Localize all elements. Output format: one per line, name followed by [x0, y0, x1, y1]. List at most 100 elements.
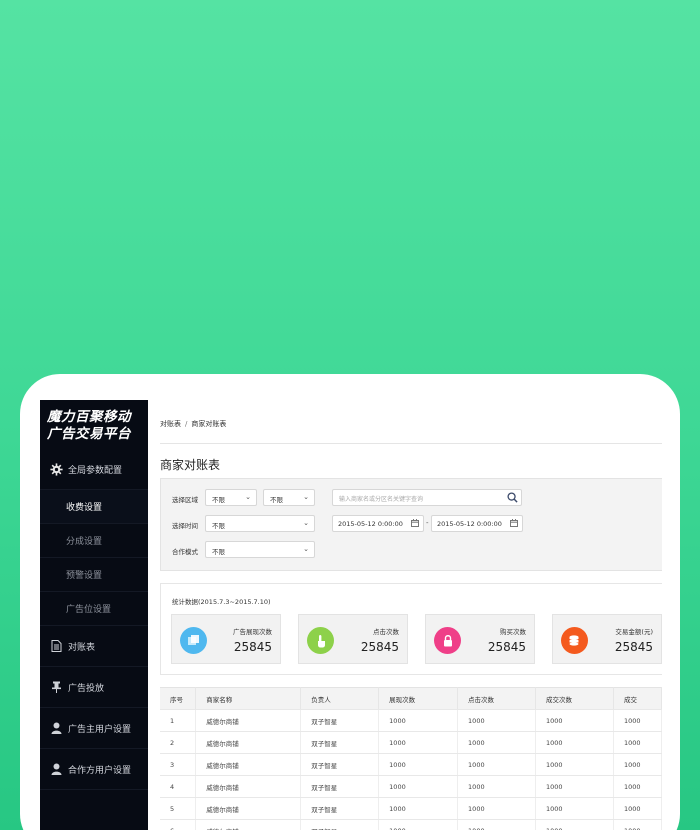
column-header: 展现次数 — [378, 687, 459, 710]
table-cell: 1000 — [535, 731, 614, 754]
region-select-2[interactable]: 不限 ⌄ — [263, 489, 315, 506]
sidebar-item-statement[interactable]: 对账表 — [40, 626, 148, 667]
table-cell: 威德尔商铺 — [195, 753, 302, 776]
select-value: 不限 — [212, 522, 225, 530]
column-header: 负责人 — [300, 687, 380, 710]
table-cell: 1000 — [535, 797, 614, 820]
table-cell: 1000 — [535, 709, 614, 732]
stat-card-clicks: 点击次数 25845 — [298, 614, 408, 664]
table-cell: 5 — [160, 797, 197, 820]
column-header: 成交 — [613, 687, 662, 710]
calendar-icon[interactable] — [411, 519, 419, 529]
filter-panel: 选择区域 不限 ⌄ 不限 ⌄ 输入商家名或分区名关键字查询 选择时间 不限 ⌄ 201… — [160, 478, 662, 571]
sidebar-item-label: 广告主用户设置 — [68, 724, 132, 735]
search-icon[interactable] — [507, 492, 518, 505]
sidebar-subitem-fee[interactable]: 收费设置 — [40, 490, 148, 524]
table-cell: 1000 — [378, 797, 459, 820]
region-select-1[interactable]: 不限 ⌄ — [205, 489, 257, 506]
sidebar-item-ad-delivery[interactable]: 广告投放 — [40, 667, 148, 708]
brand-line-2: 广告交易平台 — [47, 426, 131, 442]
stat-label: 购买次数 — [500, 628, 526, 636]
document-icon — [44, 640, 68, 652]
table-cell: 1000 — [457, 819, 536, 830]
table-cell: 1000 — [613, 819, 662, 830]
mode-label: 合作模式 — [172, 548, 198, 556]
table-cell: 双子智星 — [300, 819, 380, 830]
search-input[interactable]: 输入商家名或分区名关键字查询 — [332, 489, 522, 506]
sidebar-item-label: 对账表 — [68, 642, 96, 653]
copy-icon — [180, 627, 207, 654]
sidebar-subitem-label: 分成设置 — [66, 537, 103, 547]
brand-logo: 魔力百聚移动 广告交易平台 — [40, 400, 148, 450]
sidebar-item-partner-users[interactable]: 合作方用户设置 — [40, 749, 148, 790]
table-cell: 1000 — [613, 775, 662, 798]
sidebar-subitem-label: 收费设置 — [66, 503, 103, 513]
table-cell: 1000 — [457, 797, 536, 820]
table-row[interactable]: 4 威德尔商铺 双子智星 1000 1000 1000 1000 — [160, 775, 662, 798]
breadcrumb-link[interactable]: 对账表 — [160, 420, 181, 428]
brand-line-1: 魔力百聚移动 — [47, 409, 131, 425]
table-cell: 1000 — [457, 709, 536, 732]
stats-panel: 统计数据(2015.7.3~2015.7.10) 广告展现次数 25845 点击… — [160, 583, 662, 675]
start-date-input[interactable]: 2015-05-12 0:00:00 — [332, 515, 424, 532]
breadcrumb-separator: / — [185, 420, 188, 428]
table-row[interactable]: 6威德尔商铺双子智星1000100010001000 — [160, 819, 662, 830]
table-row[interactable]: 5 威德尔商铺 双子智星 1000 1000 1000 1000 — [160, 797, 662, 820]
table-cell: 威德尔商铺 — [195, 709, 302, 732]
end-date-input[interactable]: 2015-05-12 0:00:00 — [431, 515, 523, 532]
select-value: 不限 — [212, 496, 225, 504]
table-cell: 威德尔商铺 — [195, 797, 302, 820]
sidebar-item-global-config[interactable]: 全局参数配置 — [40, 450, 148, 490]
table-cell: 4 — [160, 775, 197, 798]
sidebar-subitem-share[interactable]: 分成设置 — [40, 524, 148, 558]
chevron-down-icon: ⌄ — [303, 545, 309, 553]
gear-icon — [44, 463, 68, 476]
table-cell: 3 — [160, 753, 197, 776]
search-placeholder: 输入商家名或分区名关键字查询 — [339, 496, 424, 503]
column-header: 成交次数 — [535, 687, 614, 710]
table-cell: 双子智星 — [300, 797, 380, 820]
sidebar-subitem-adslot[interactable]: 广告位设置 — [40, 592, 148, 626]
stat-label: 点击次数 — [373, 628, 399, 636]
table-cell: 双子智星 — [300, 775, 380, 798]
coins-icon — [561, 627, 588, 654]
table-header-row: 序号 商家名称 负责人 展现次数 点击次数 成交次数 成交 — [160, 687, 662, 710]
table-cell: 1000 — [535, 753, 614, 776]
stats-title: 统计数据(2015.7.3~2015.7.10) — [172, 598, 271, 606]
table-row[interactable]: 3 威德尔商铺 双子智星 1000 1000 1000 1000 — [160, 753, 662, 776]
stat-label: 交易金额(元) — [615, 628, 653, 636]
main-content: 对账表 / 商家对账表 商家对账表 选择区域 不限 ⌄ 不限 ⌄ 输入商家名或分区名关键… — [148, 400, 662, 830]
sidebar-item-advertiser-users[interactable]: 广告主用户设置 — [40, 708, 148, 749]
table-cell: 双子智星 — [300, 709, 380, 732]
table-cell: 2 — [160, 731, 197, 754]
table-row[interactable]: 2 威德尔商铺 双子智星 1000 1000 1000 1000 — [160, 731, 662, 754]
table-cell: 1000 — [535, 775, 614, 798]
table-cell: 双子智星 — [300, 731, 380, 754]
table-cell: 1000 — [535, 819, 614, 830]
column-header: 点击次数 — [457, 687, 536, 710]
sidebar-item-label: 广告投放 — [68, 683, 105, 694]
lock-icon — [434, 627, 461, 654]
user-icon — [44, 763, 68, 775]
table-row[interactable]: 1 威德尔商铺 双子智星 1000 1000 1000 1000 — [160, 709, 662, 732]
table-cell: 1000 — [378, 819, 459, 830]
stat-value: 25845 — [233, 640, 272, 654]
breadcrumb: 对账表 / 商家对账表 — [160, 419, 226, 429]
chevron-down-icon: ⌄ — [245, 493, 251, 501]
stat-card-revenue: 交易金额(元) 25845 — [552, 614, 662, 664]
select-value: 不限 — [270, 496, 283, 504]
select-value: 不限 — [212, 548, 225, 556]
table-cell: 1000 — [457, 731, 536, 754]
table-cell: 1000 — [613, 753, 662, 776]
time-select[interactable]: 不限 ⌄ — [205, 515, 315, 532]
data-table: 序号 商家名称 负责人 展现次数 点击次数 成交次数 成交 1 威德尔商铺 双子智星… — [160, 687, 662, 830]
sidebar-subitem-alert[interactable]: 预警设置 — [40, 558, 148, 592]
table-cell: 1 — [160, 709, 197, 732]
sidebar-subitem-label: 广告位设置 — [66, 605, 112, 615]
user-icon — [44, 722, 68, 734]
mode-select[interactable]: 不限 ⌄ — [205, 541, 315, 558]
sidebar-subitem-label: 预警设置 — [66, 571, 103, 581]
time-label: 选择时间 — [172, 522, 198, 530]
calendar-icon[interactable] — [510, 519, 518, 529]
column-header: 商家名称 — [195, 687, 302, 710]
